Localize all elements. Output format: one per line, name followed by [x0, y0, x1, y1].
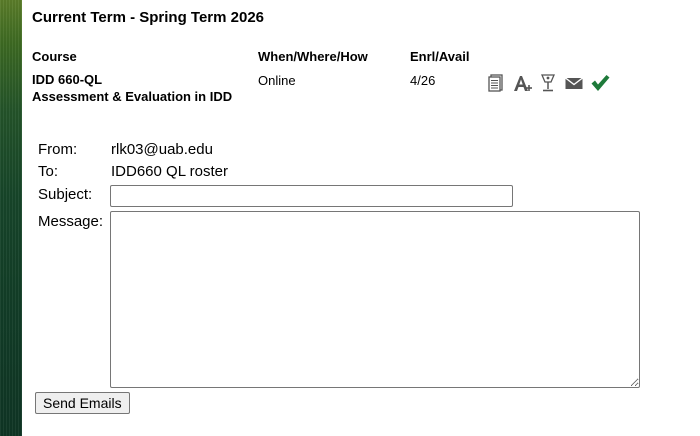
grades-icon[interactable]: [512, 73, 532, 93]
roster-icon[interactable]: [486, 73, 506, 93]
checkmark-icon[interactable]: [590, 73, 610, 93]
from-value: rlk03@uab.edu: [111, 141, 213, 158]
sidebar-strip: [0, 0, 22, 436]
column-header-course: Course: [32, 49, 77, 64]
subject-label: Subject:: [38, 186, 93, 203]
course-enrollment: 4/26: [410, 73, 436, 88]
course-code: IDD 660-QL: [32, 72, 103, 87]
tools-icon[interactable]: [538, 73, 558, 93]
term-title: Current Term - Spring Term 2026: [32, 9, 265, 26]
course-actions: [486, 73, 610, 93]
course-name: Assessment & Evaluation in IDD: [32, 89, 233, 104]
message-label: Message:: [38, 213, 104, 230]
column-header-when: When/Where/How: [258, 49, 368, 64]
course-delivery: Online: [258, 73, 296, 88]
from-label: From:: [38, 141, 78, 158]
message-textarea[interactable]: [110, 211, 640, 388]
email-icon[interactable]: [564, 73, 584, 93]
to-value: IDD660 QL roster: [111, 163, 228, 180]
send-emails-button[interactable]: Send Emails: [35, 392, 130, 414]
to-label: To:: [38, 163, 59, 180]
column-header-enrollment: Enrl/Avail: [410, 49, 470, 64]
subject-input[interactable]: [110, 185, 513, 207]
